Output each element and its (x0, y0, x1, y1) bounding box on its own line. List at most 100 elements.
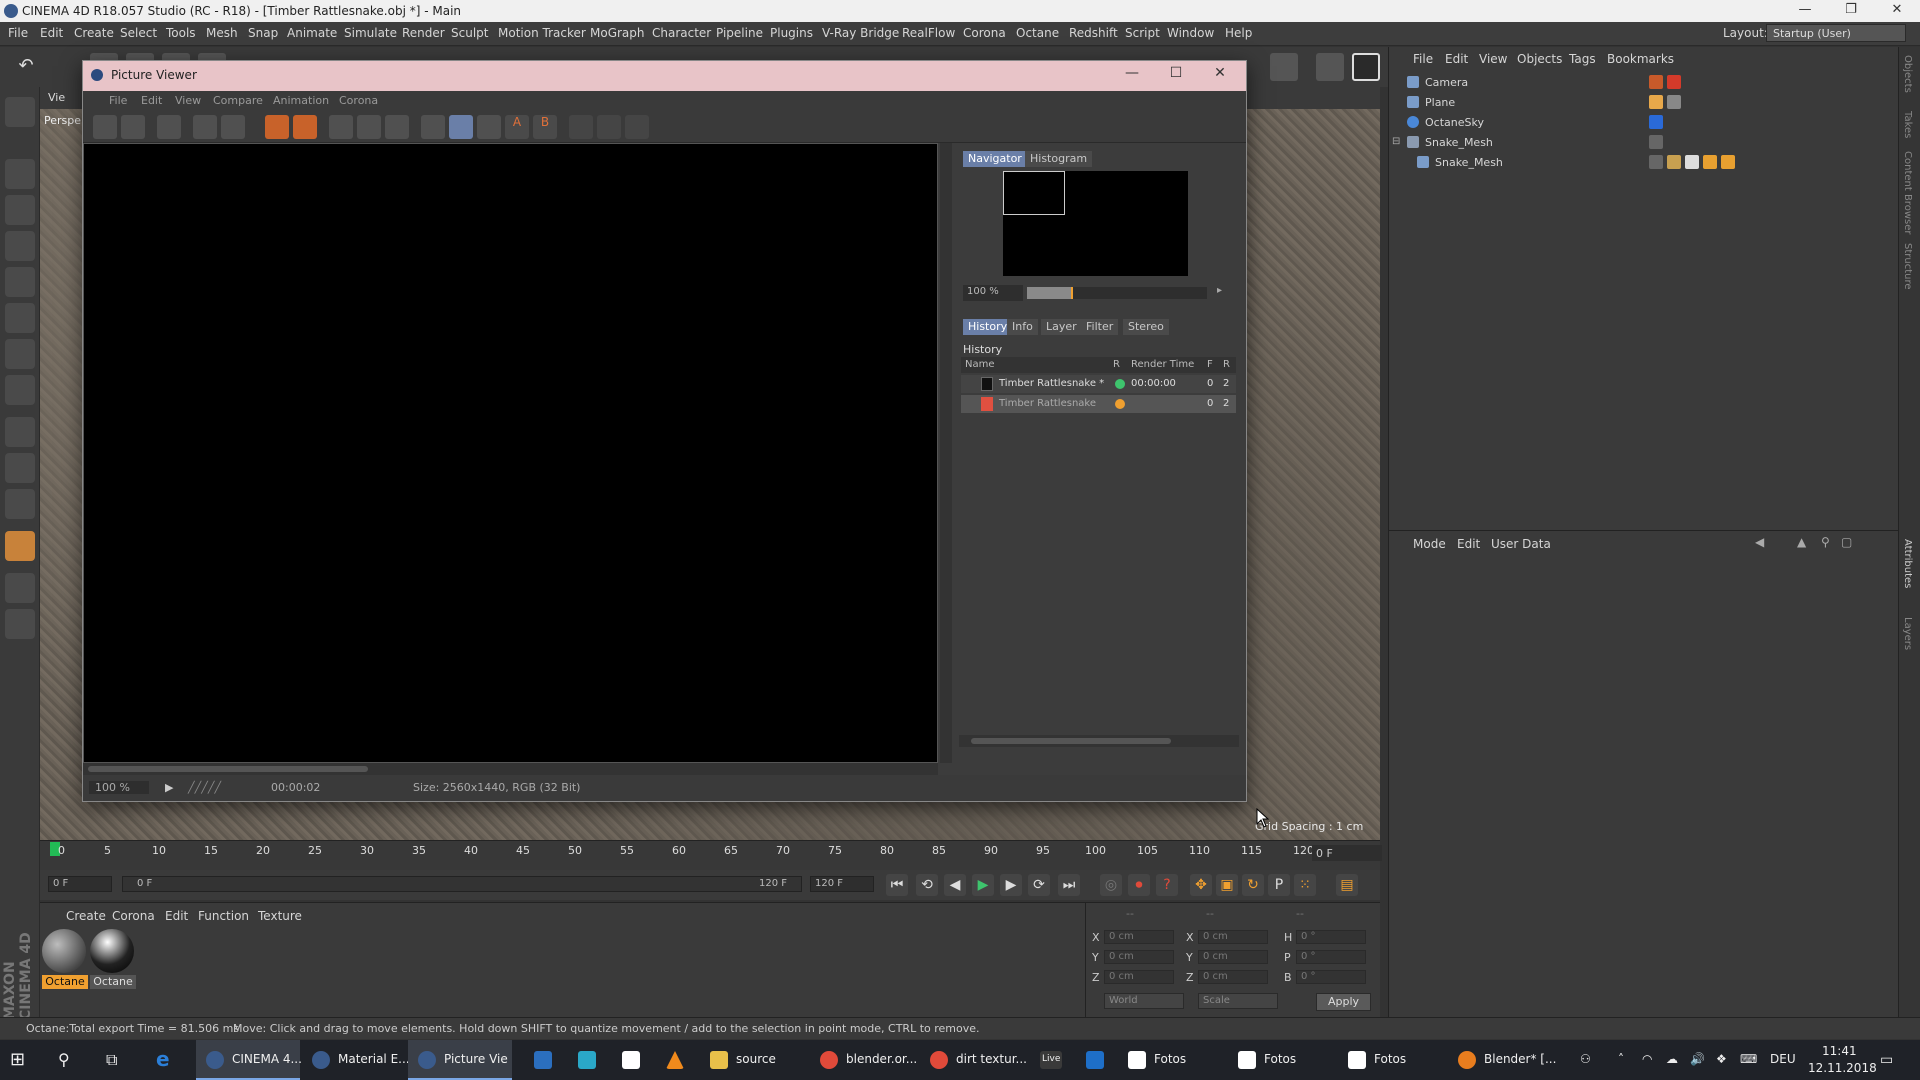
menu-octane[interactable]: Octane (1016, 26, 1059, 40)
taskbar-app[interactable]: Fotos (1118, 1040, 1222, 1080)
mat-menu-edit[interactable]: Edit (165, 909, 188, 923)
pv-maximize-button[interactable]: ☐ (1161, 65, 1191, 87)
taskbar-app[interactable]: dirt textur... (920, 1040, 1027, 1080)
material-tag-icon[interactable] (1721, 155, 1735, 169)
autokeying-icon[interactable]: ⏺ (1128, 874, 1150, 896)
model-mode-icon[interactable] (5, 159, 35, 189)
record-keys-icon[interactable]: ◎ (1100, 874, 1122, 896)
search-icon[interactable]: ⚲ (58, 1040, 88, 1080)
size-y-field[interactable]: 0 cm (1198, 950, 1268, 964)
tab-structure[interactable]: Structure (1902, 243, 1913, 290)
attr-menu-edit[interactable]: Edit (1457, 537, 1480, 551)
menu-motion-tracker[interactable]: Motion Tracker (498, 26, 586, 40)
taskbar-app[interactable] (524, 1040, 564, 1080)
play-icon[interactable]: ▶ (972, 874, 994, 896)
menu-help[interactable]: Help (1225, 26, 1252, 40)
pv-close-button[interactable]: ✕ (1205, 65, 1235, 87)
undo-icon[interactable]: ↶ (12, 53, 40, 81)
menu-mesh[interactable]: Mesh (206, 26, 238, 40)
keyframe-selection-icon[interactable]: ? (1156, 874, 1178, 896)
menu-render[interactable]: Render (402, 26, 445, 40)
rotation-h-field[interactable]: 0 ° (1296, 930, 1366, 944)
compare-split-icon[interactable] (357, 115, 381, 139)
save-icon[interactable] (121, 115, 145, 139)
rotation-b-field[interactable]: 0 ° (1296, 970, 1366, 984)
menu-snap[interactable]: Snap (248, 26, 278, 40)
tab-takes[interactable]: Takes (1902, 111, 1913, 138)
region-icon[interactable] (221, 115, 245, 139)
viewport-menu-view[interactable]: Vie (48, 91, 65, 104)
history-horizontal-scrollbar[interactable] (959, 735, 1239, 747)
start-frame-field[interactable]: 0 F (48, 876, 112, 892)
render-to-picture-viewer-icon[interactable] (1352, 53, 1380, 81)
grid-snap-icon[interactable] (5, 573, 35, 603)
taskbar-app[interactable]: Picture Vie (408, 1040, 512, 1080)
taskbar-app[interactable]: Fotos (1228, 1040, 1332, 1080)
fit-icon[interactable] (193, 115, 217, 139)
menu-realflow[interactable]: RealFlow (902, 26, 955, 40)
mat-menu-texture[interactable]: Texture (258, 909, 302, 923)
obj-menu-edit[interactable]: Edit (1445, 52, 1468, 66)
material-swatch[interactable]: Octane (90, 929, 136, 989)
taskbar-app[interactable]: Fotos (1338, 1040, 1442, 1080)
layout-select[interactable]: Startup (User) (1766, 24, 1906, 42)
film-icon[interactable] (157, 115, 181, 139)
navigator-zoom-field[interactable]: 100 % (963, 285, 1023, 301)
swap-icon[interactable] (385, 115, 409, 139)
attr-menu-user-data[interactable]: User Data (1491, 537, 1551, 551)
close-button[interactable]: ✕ (1874, 0, 1920, 22)
mat-menu-function[interactable]: Function (198, 909, 249, 923)
action-center-icon[interactable]: ▭ (1880, 1052, 1893, 1068)
material-tag-icon[interactable] (1703, 155, 1717, 169)
zoom-arrow-icon[interactable]: ▸ (1217, 285, 1222, 296)
points-mode-icon[interactable] (5, 267, 35, 297)
pv-menu-corona[interactable]: Corona (339, 94, 378, 107)
taskbar-app[interactable]: Material E... (302, 1040, 410, 1080)
enable-snap-icon[interactable] (5, 609, 35, 639)
menu-pipeline[interactable]: Pipeline (716, 26, 763, 40)
render-region-icon[interactable] (265, 115, 289, 139)
checker-tag-icon[interactable] (1685, 155, 1699, 169)
crop-icon[interactable] (569, 115, 593, 139)
size-x-field[interactable]: 0 cm (1198, 930, 1268, 944)
material-tag-icon[interactable] (1667, 155, 1681, 169)
menu-window[interactable]: Window (1167, 26, 1214, 40)
pv-zoom-field[interactable]: 100 % (89, 781, 149, 794)
object-row-plane[interactable]: Plane (1389, 93, 1899, 113)
obj-menu-bookmarks[interactable]: Bookmarks (1607, 52, 1674, 66)
axis-mode-icon[interactable] (5, 375, 35, 405)
clock-date[interactable]: 12.11.2018 (1808, 1061, 1877, 1075)
set-a-icon[interactable]: A (505, 115, 529, 139)
obj-menu-view[interactable]: View (1479, 52, 1507, 66)
filter-icon[interactable] (625, 115, 649, 139)
layer-icon[interactable] (597, 115, 621, 139)
history-row[interactable]: Timber Rattlesnake 0 2 (961, 395, 1236, 413)
object-row-camera[interactable]: Camera (1389, 73, 1899, 93)
open-icon[interactable] (93, 115, 117, 139)
size-z-field[interactable]: 0 cm (1198, 970, 1268, 984)
dropbox-icon[interactable]: ❖ (1716, 1052, 1727, 1066)
previous-key-icon[interactable]: ⟲ (916, 874, 938, 896)
pv-minimize-button[interactable]: — (1117, 65, 1147, 87)
menu-character[interactable]: Character (652, 26, 711, 40)
col-name[interactable]: Name (965, 359, 995, 370)
menu-corona[interactable]: Corona (963, 26, 1006, 40)
polygons-mode-icon[interactable] (5, 339, 35, 369)
menu-plugins[interactable]: Plugins (770, 26, 813, 40)
object-row-octanesky[interactable]: OctaneSky (1389, 113, 1899, 133)
menu-redshift[interactable]: Redshift (1069, 26, 1118, 40)
material-tag-icon[interactable] (1667, 95, 1681, 109)
position-z-field[interactable]: 0 cm (1104, 970, 1174, 984)
menu-select[interactable]: Select (120, 26, 157, 40)
channel-icon[interactable] (477, 115, 501, 139)
menu-mograph[interactable]: MoGraph (590, 26, 645, 40)
render-icon[interactable] (293, 115, 317, 139)
edges-mode-icon[interactable] (5, 303, 35, 333)
next-key-icon[interactable]: ⟳ (1028, 874, 1050, 896)
preview-range-slider[interactable]: 0 F 120 F (122, 876, 802, 892)
maximize-button[interactable]: ❐ (1828, 0, 1874, 22)
set-b-icon[interactable]: B (533, 115, 557, 139)
coord-space-select[interactable]: World (1104, 993, 1184, 1009)
col-render-time[interactable]: Render Time (1131, 359, 1194, 370)
tab-objects[interactable]: Objects (1902, 55, 1913, 93)
